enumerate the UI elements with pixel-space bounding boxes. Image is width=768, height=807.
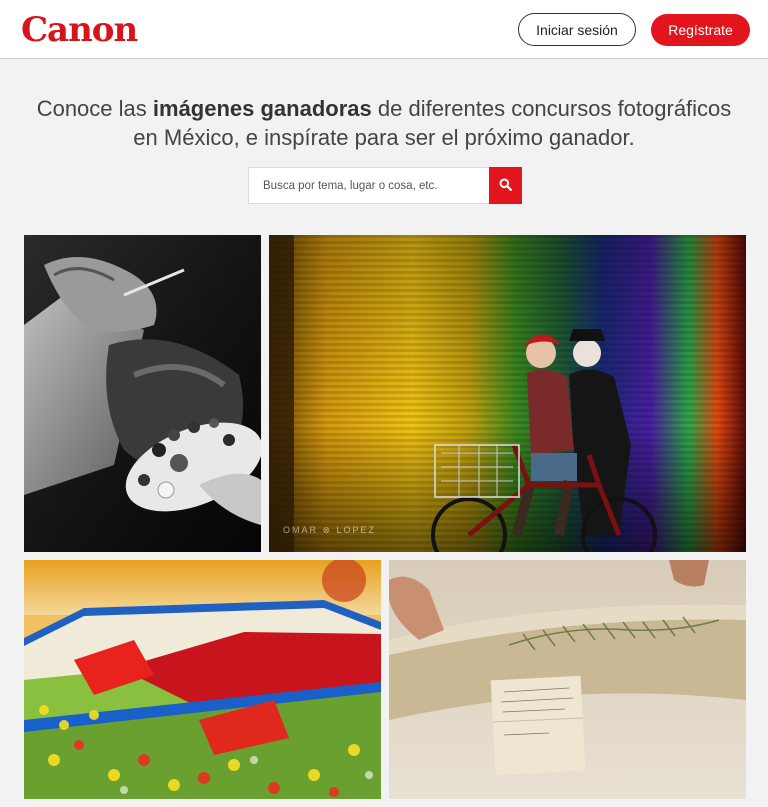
- headline-highlight: imágenes ganadoras: [152, 96, 372, 121]
- gallery-photo-bicycle-couple[interactable]: OMAR ⊗ LOPEZ: [269, 235, 746, 552]
- gallery-photo-painter-palette[interactable]: [24, 235, 261, 552]
- search-input[interactable]: [248, 167, 489, 204]
- photographer-watermark: OMAR ⊗ LOPEZ: [283, 525, 377, 535]
- gallery-photo-candy-market[interactable]: [24, 560, 381, 799]
- search-button[interactable]: [489, 167, 522, 204]
- headline-line-2: en México, e inspírate para ser el próxi…: [133, 125, 635, 150]
- headline-text-start: Conoce las: [36, 96, 153, 121]
- canon-logo[interactable]: Canon: [21, 8, 138, 52]
- gallery-photo-old-document[interactable]: [389, 560, 746, 799]
- hero-headline: Conoce las imágenes ganadoras de diferen…: [0, 94, 768, 152]
- search-icon: [499, 178, 512, 194]
- register-button[interactable]: Regístrate: [651, 14, 750, 46]
- headline-text-end: de diferentes concursos fotográficos: [371, 96, 732, 121]
- top-header: Canon Iniciar sesión Regístrate: [0, 0, 768, 59]
- login-button[interactable]: Iniciar sesión: [518, 13, 636, 46]
